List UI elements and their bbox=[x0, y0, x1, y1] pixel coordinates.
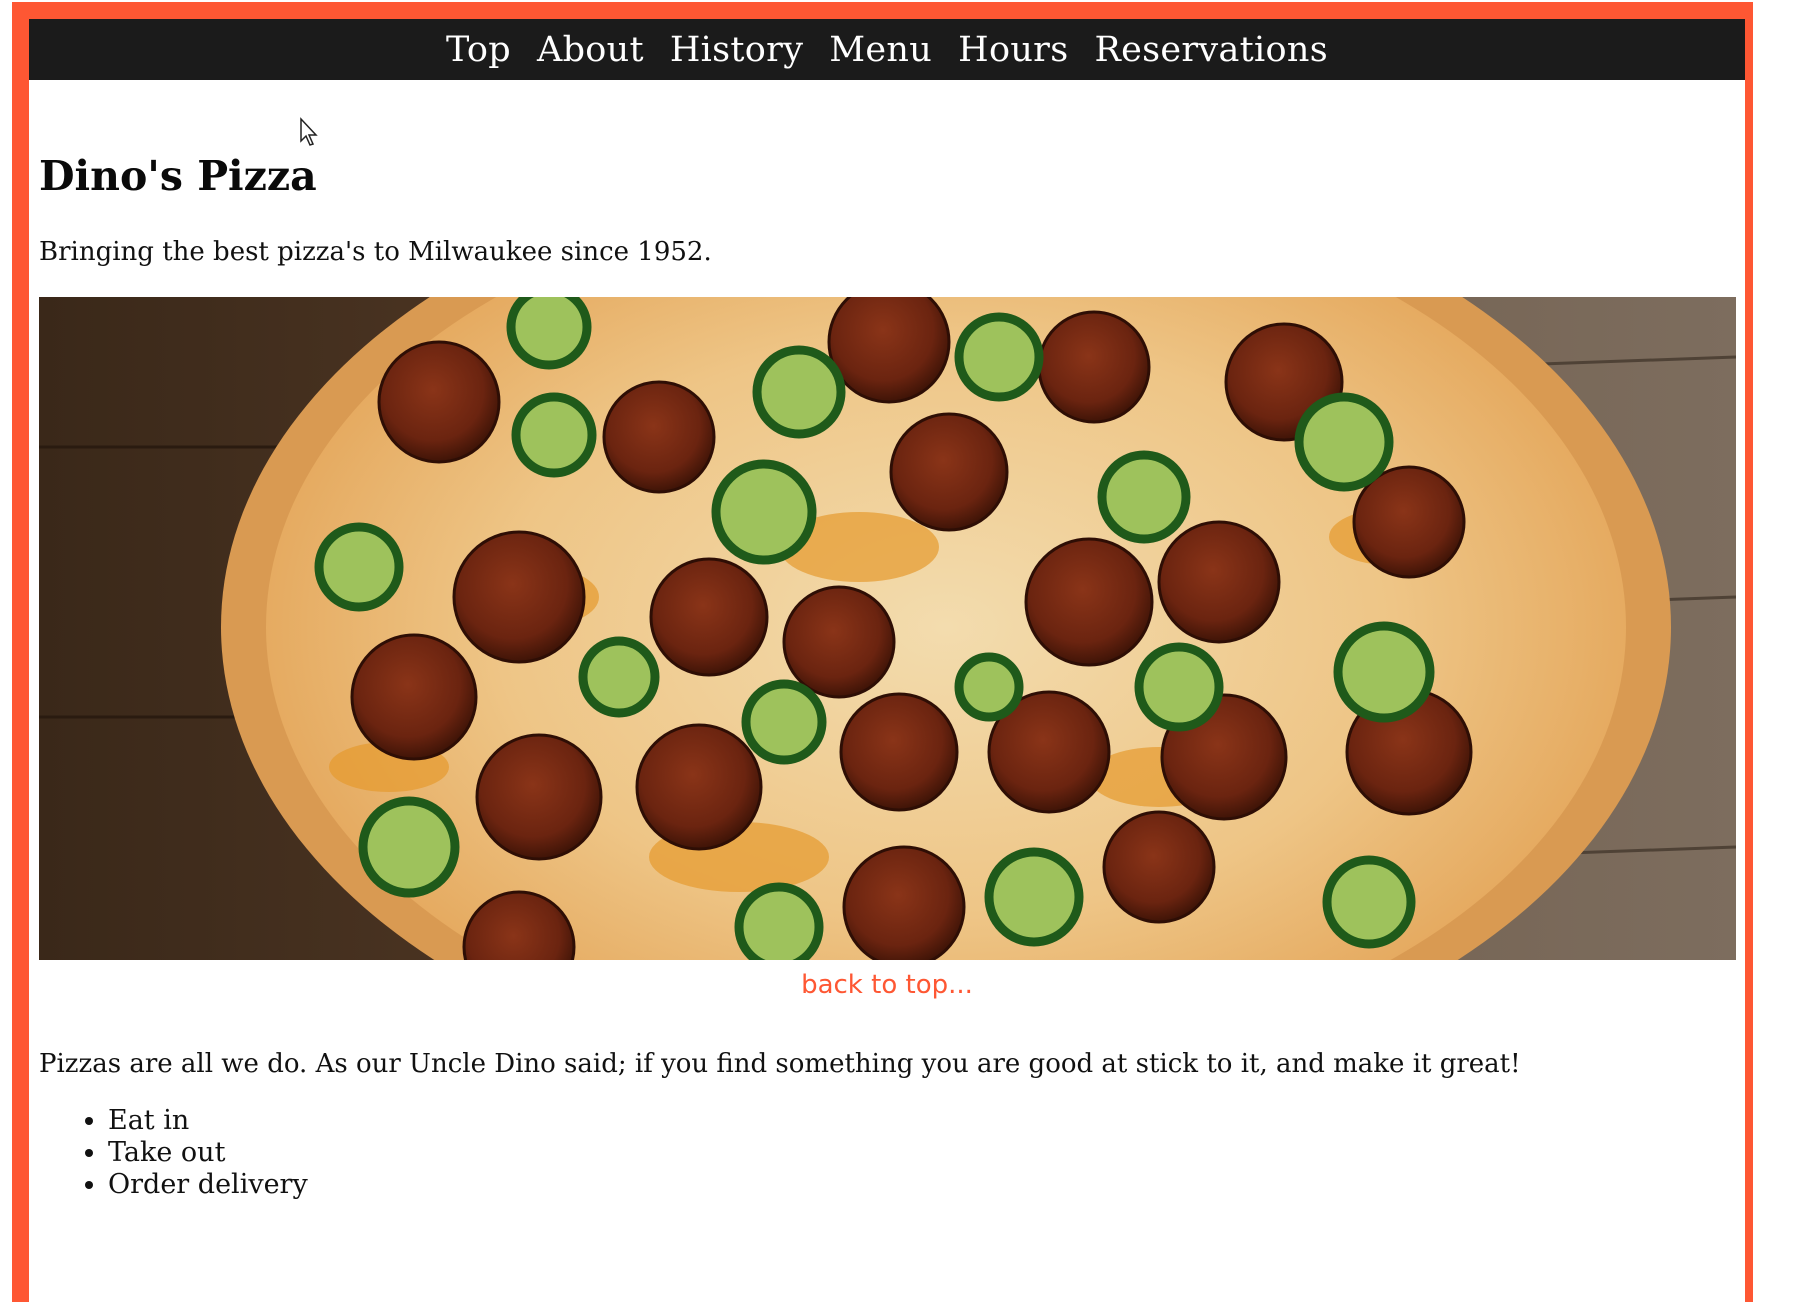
tagline: Bringing the best pizza's to Milwaukee s… bbox=[39, 237, 712, 267]
page-body: Top About History Menu Hours Reservation… bbox=[29, 19, 1745, 1309]
nav-link-reservations[interactable]: Reservations bbox=[1094, 30, 1328, 70]
hero-pizza-image bbox=[39, 297, 1736, 960]
nav-link-about[interactable]: About bbox=[537, 30, 644, 70]
service-list: Eat in Take out Order delivery bbox=[39, 1105, 308, 1201]
intro-paragraph: Pizzas are all we do. As our Uncle Dino … bbox=[39, 1049, 1521, 1079]
back-to-top-link[interactable]: back to top... bbox=[29, 970, 1745, 1000]
list-item: Order delivery bbox=[108, 1169, 308, 1201]
nav-link-history[interactable]: History bbox=[670, 30, 803, 70]
list-item: Take out bbox=[108, 1137, 308, 1169]
pizza-illustration bbox=[39, 297, 1736, 960]
page-title: Dino's Pizza bbox=[39, 152, 317, 200]
top-navbar: Top About History Menu Hours Reservation… bbox=[29, 19, 1745, 80]
nav-link-top[interactable]: Top bbox=[446, 30, 511, 70]
list-item: Eat in bbox=[108, 1105, 308, 1137]
nav-link-hours[interactable]: Hours bbox=[958, 30, 1068, 70]
nav-link-menu[interactable]: Menu bbox=[829, 30, 932, 70]
mouse-cursor-icon bbox=[300, 117, 318, 146]
